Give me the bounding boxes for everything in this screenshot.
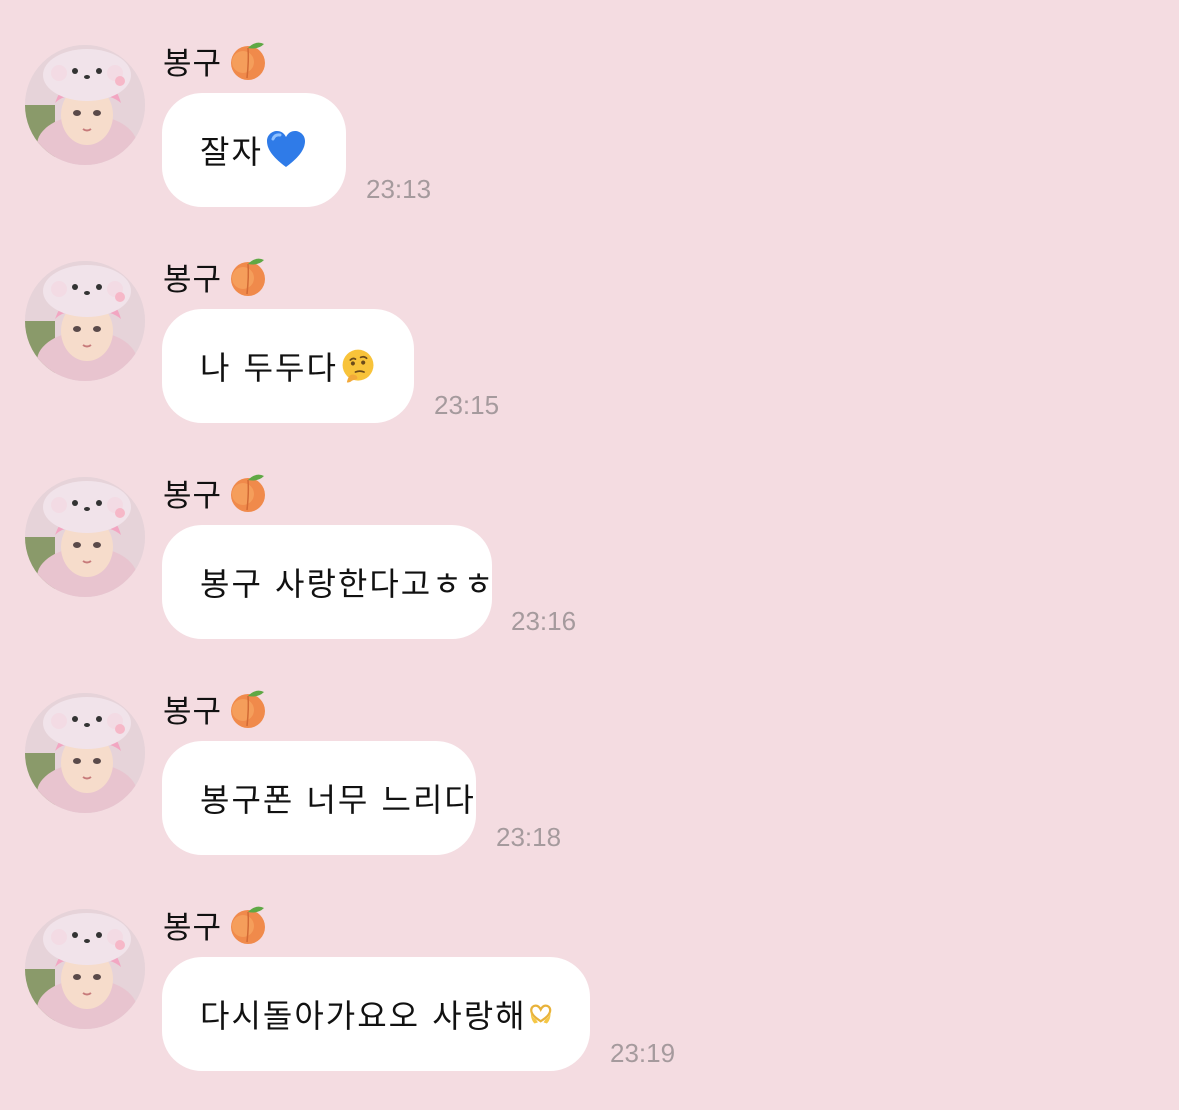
sender-label: 봉구 xyxy=(163,254,270,298)
peach-icon xyxy=(231,42,266,80)
avatar-illustration xyxy=(25,477,145,597)
thinking-face-icon xyxy=(342,349,374,383)
message-row: 봉구 다시돌아가요오 사랑해 23:19 xyxy=(0,864,1179,1080)
avatar-illustration xyxy=(25,261,145,381)
avatar-illustration xyxy=(25,45,145,165)
peach-icon xyxy=(231,690,266,728)
message-text: 다시돌아가요오 사랑해 xyxy=(200,997,527,1035)
sender-label: 봉구 xyxy=(163,470,270,514)
message-text: 나 두두다 xyxy=(200,349,338,387)
message-time: 23:13 xyxy=(366,174,432,204)
sender-label: 봉구 xyxy=(163,38,270,82)
sender-name: 봉구 xyxy=(163,45,223,82)
avatar[interactable] xyxy=(25,261,145,381)
sender-name: 봉구 xyxy=(163,909,223,946)
message-bubble[interactable]: 봉구 사랑한다고ㅎㅎ xyxy=(162,525,496,639)
message-row: 봉구 잘자 23:13 xyxy=(0,0,1179,216)
message-time: 23:15 xyxy=(434,390,500,420)
sender-name: 봉구 xyxy=(163,477,223,514)
sender-name: 봉구 xyxy=(163,261,223,298)
message-bubble[interactable]: 잘자 xyxy=(162,93,346,207)
message-row: 봉구 봉구 사랑한다고ㅎㅎ 23:16 xyxy=(0,432,1179,648)
message-row: 봉구 봉구폰 너무 느리다 23:18 xyxy=(0,648,1179,864)
chat-view[interactable]: 봉구 잘자 23:13 봉구 나 두두다 23:15 봉구 봉구 사랑한다고ㅎㅎ… xyxy=(0,0,1179,1110)
peach-icon xyxy=(231,906,266,944)
avatar[interactable] xyxy=(25,45,145,165)
avatar-illustration xyxy=(25,693,145,813)
message-text: 봉구폰 너무 느리다 xyxy=(200,781,476,819)
message-bubble[interactable]: 나 두두다 xyxy=(162,309,414,423)
message-bubble[interactable]: 봉구폰 너무 느리다 xyxy=(162,741,476,855)
message-time: 23:18 xyxy=(496,822,562,852)
heart-hands-icon xyxy=(529,1004,551,1024)
avatar[interactable] xyxy=(25,909,145,1029)
message-time: 23:19 xyxy=(610,1038,676,1068)
sender-label: 봉구 xyxy=(163,902,270,946)
blue-heart-icon xyxy=(266,131,305,167)
sender-label: 봉구 xyxy=(163,686,270,730)
peach-icon xyxy=(231,258,266,296)
message-time: 23:16 xyxy=(511,606,577,636)
avatar-illustration xyxy=(25,909,145,1029)
message-text: 봉구 사랑한다고ㅎㅎ xyxy=(200,565,496,603)
avatar[interactable] xyxy=(25,477,145,597)
peach-icon xyxy=(231,474,266,512)
message-row: 봉구 나 두두다 23:15 xyxy=(0,216,1179,432)
avatar[interactable] xyxy=(25,693,145,813)
message-text: 잘자 xyxy=(200,133,263,171)
sender-name: 봉구 xyxy=(163,693,223,730)
message-bubble[interactable]: 다시돌아가요오 사랑해 xyxy=(162,957,590,1071)
